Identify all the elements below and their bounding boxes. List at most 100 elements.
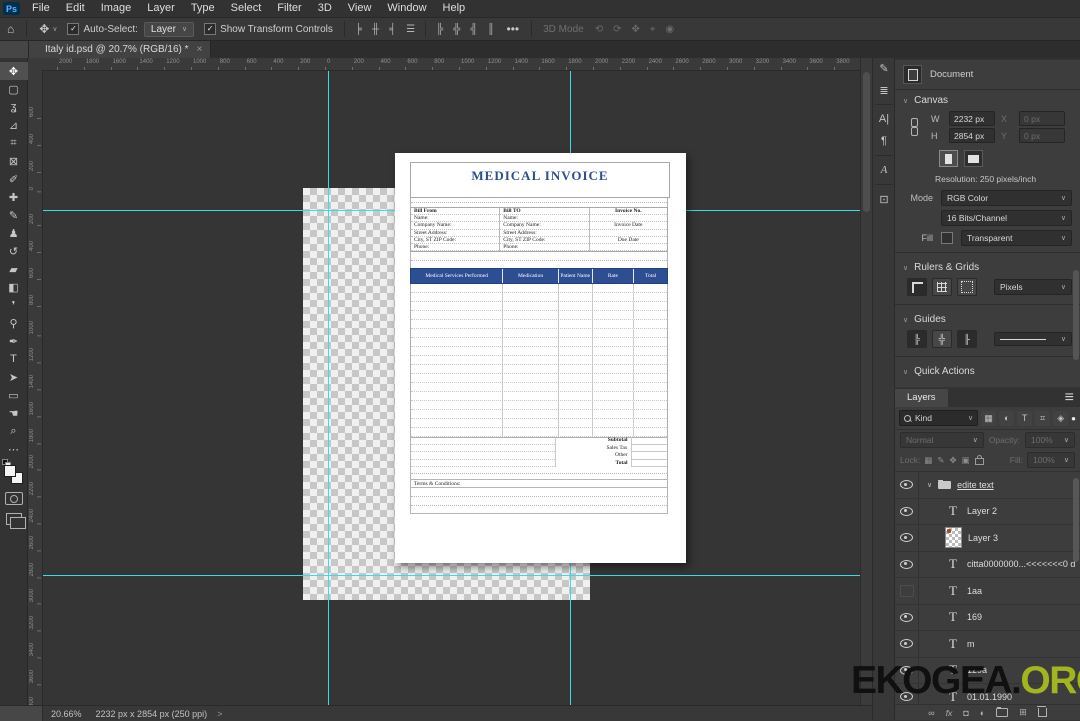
layer-name[interactable]: m: [967, 639, 975, 649]
menu-item-help[interactable]: Help: [435, 0, 474, 17]
visibility-toggle[interactable]: [895, 631, 919, 657]
more-options-icon[interactable]: •••: [500, 22, 527, 36]
chevron-down-icon[interactable]: ∨: [927, 481, 932, 489]
width-field[interactable]: 2232 px: [949, 111, 995, 126]
color-swatches[interactable]: [1, 459, 26, 486]
layer-row[interactable]: T 1aa: [895, 578, 1080, 605]
character-panel-icon[interactable]: A|: [874, 109, 894, 129]
tab-layers[interactable]: Layers: [895, 388, 948, 407]
layer-effects-icon[interactable]: fx: [946, 708, 953, 718]
distribute-vertical-icon[interactable]: ║: [482, 24, 499, 35]
opacity-field[interactable]: 100% ∨: [1025, 432, 1075, 448]
fill-checkbox[interactable]: [941, 232, 953, 244]
distribute-left-icon[interactable]: ╠: [431, 24, 448, 35]
menu-item-filter[interactable]: Filter: [269, 0, 309, 17]
properties-scrollbar-thumb[interactable]: [1073, 270, 1079, 360]
path-selection-tool-icon[interactable]: ➤: [0, 368, 28, 386]
ruler-units-dropdown[interactable]: Pixels ∨: [994, 279, 1072, 295]
document-tab[interactable]: Italy id.psd @ 20.7% (RGB/16) * ×: [29, 41, 212, 58]
home-icon[interactable]: ⌂: [0, 22, 21, 36]
rectangle-tool-icon[interactable]: ▭: [0, 386, 28, 404]
lock-transparency-icon[interactable]: ▦: [924, 455, 932, 466]
visibility-toggle[interactable]: [895, 551, 919, 577]
foreground-color-swatch[interactable]: [3, 465, 16, 477]
layer-name[interactable]: Layer 3: [968, 533, 998, 543]
object-selection-tool-icon[interactable]: ⊿: [0, 116, 28, 134]
quick-mask-icon[interactable]: [4, 492, 23, 505]
frame-tool-icon[interactable]: ⊠: [0, 152, 28, 170]
hand-tool-icon[interactable]: ☚: [0, 404, 28, 422]
invoice-page[interactable]: MEDICAL INVOICE Bill From Name: Company Na…: [395, 153, 686, 563]
edit-toolbar-icon-icon[interactable]: ⋯: [0, 440, 28, 458]
visibility-toggle[interactable]: [895, 525, 919, 551]
filter-smart-objects-icon[interactable]: ◈: [1053, 410, 1069, 426]
glyphs-panel-icon[interactable]: A: [874, 160, 894, 180]
layer-row[interactable]: T 169: [895, 604, 1080, 631]
type-tool-icon[interactable]: T: [0, 350, 28, 368]
zoom-tool-icon[interactable]: ⌕: [0, 422, 28, 440]
orientation-portrait-button[interactable]: [939, 150, 958, 167]
brush-tool-icon[interactable]: ✎: [0, 206, 28, 224]
screen-mode-icon[interactable]: [5, 513, 26, 529]
guide-vertical[interactable]: [328, 70, 329, 705]
lasso-tool-icon[interactable]: ʓ: [0, 98, 28, 116]
crop-tool-icon[interactable]: ⌗: [0, 134, 28, 152]
guide-snap-button[interactable]: ╟: [957, 330, 977, 348]
section-canvas[interactable]: ∨ Canvas: [895, 90, 1080, 109]
layer-name[interactable]: citta0000000...<<<<<<<0 d: [967, 559, 1075, 569]
vertical-ruler[interactable]: 600 400 200 0 200 400 600 800 1000 1200 1400 1600 18…: [28, 70, 43, 705]
layer-row[interactable]: Layer 3: [895, 525, 1080, 552]
menu-item-layer[interactable]: Layer: [139, 0, 183, 17]
filter-toggle-icon[interactable]: ●: [1071, 414, 1076, 423]
close-icon[interactable]: ×: [197, 44, 203, 55]
eyedropper-tool-icon[interactable]: ✐: [0, 170, 28, 188]
toggle-guides-button[interactable]: ╠: [907, 330, 927, 348]
y-field[interactable]: 0 px: [1019, 128, 1065, 143]
align-left-icon[interactable]: ╞: [350, 24, 367, 35]
lock-position-icon[interactable]: ✥: [949, 455, 956, 466]
brush-settings-icon[interactable]: ✎: [874, 58, 894, 78]
visibility-toggle[interactable]: [895, 578, 919, 604]
gradient-tool-icon[interactable]: ◧: [0, 278, 28, 296]
show-transform-checkbox[interactable]: ✓ Show Transform Controls: [204, 23, 333, 35]
filter-adjustment-layers-icon[interactable]: ◐: [999, 410, 1015, 426]
lock-all-icon[interactable]: [974, 454, 984, 465]
menu-item-select[interactable]: Select: [223, 0, 270, 17]
new-adjustment-layer-icon[interactable]: ◐: [980, 708, 985, 718]
clone-stamp-tool-icon[interactable]: ♟: [0, 224, 28, 242]
x-field[interactable]: 0 px: [1019, 111, 1065, 126]
rectangular-marquee-tool-icon[interactable]: ▢: [0, 80, 28, 98]
eraser-tool-icon[interactable]: ▰: [0, 260, 28, 278]
filter-type-layers-icon[interactable]: T: [1017, 410, 1033, 426]
toolbar-collapse-corner[interactable]: [0, 41, 29, 58]
guide-horizontal[interactable]: [42, 575, 860, 576]
auto-select-target-dropdown[interactable]: Layer ∨: [143, 21, 195, 37]
status-chevron-icon[interactable]: >: [217, 709, 222, 719]
layer-name[interactable]: edite text: [957, 480, 994, 490]
orientation-landscape-button[interactable]: [964, 150, 983, 167]
toggle-grid-button[interactable]: [932, 278, 952, 296]
bit-depth-dropdown[interactable]: 16 Bits/Channel ∨: [941, 210, 1072, 226]
layer-name[interactable]: Layer 2: [967, 506, 997, 516]
align-center-h-icon[interactable]: ╫: [367, 24, 384, 35]
distribute-right-icon[interactable]: ╣: [465, 24, 482, 35]
section-quick-actions[interactable]: ∨ Quick Actions: [895, 361, 1080, 380]
horizontal-ruler[interactable]: 2000 1800 1600 1400 1200 1000 800 600 400 200 0 200…: [42, 58, 875, 71]
fill-dropdown[interactable]: Transparent ∨: [961, 230, 1072, 246]
scrollbar-thumb[interactable]: [863, 72, 870, 212]
pen-tool-icon[interactable]: ✒: [0, 332, 28, 350]
lock-artboard-icon[interactable]: ▣: [962, 455, 970, 466]
add-layer-mask-icon[interactable]: ◘: [963, 708, 968, 718]
layer-row[interactable]: T Layer 2: [895, 498, 1080, 525]
link-dimensions-icon[interactable]: [911, 118, 918, 136]
filter-kind-dropdown[interactable]: Kind ∨: [899, 410, 979, 426]
canvas-area[interactable]: MEDICAL INVOICE Bill From Name: Company Na…: [42, 70, 860, 705]
link-layers-icon[interactable]: ∞: [928, 708, 934, 718]
brushes-icon[interactable]: ≣: [874, 80, 894, 100]
layer-row[interactable]: Tcitta0000000...<<<<<<<0 d: [895, 551, 1080, 578]
menu-item-file[interactable]: File: [24, 0, 58, 17]
section-rulers-grids[interactable]: ∨ Rulers & Grids: [895, 257, 1080, 276]
menu-item-edit[interactable]: Edit: [58, 0, 93, 17]
color-mode-dropdown[interactable]: RGB Color ∨: [941, 190, 1072, 206]
height-field[interactable]: 2854 px: [949, 128, 995, 143]
